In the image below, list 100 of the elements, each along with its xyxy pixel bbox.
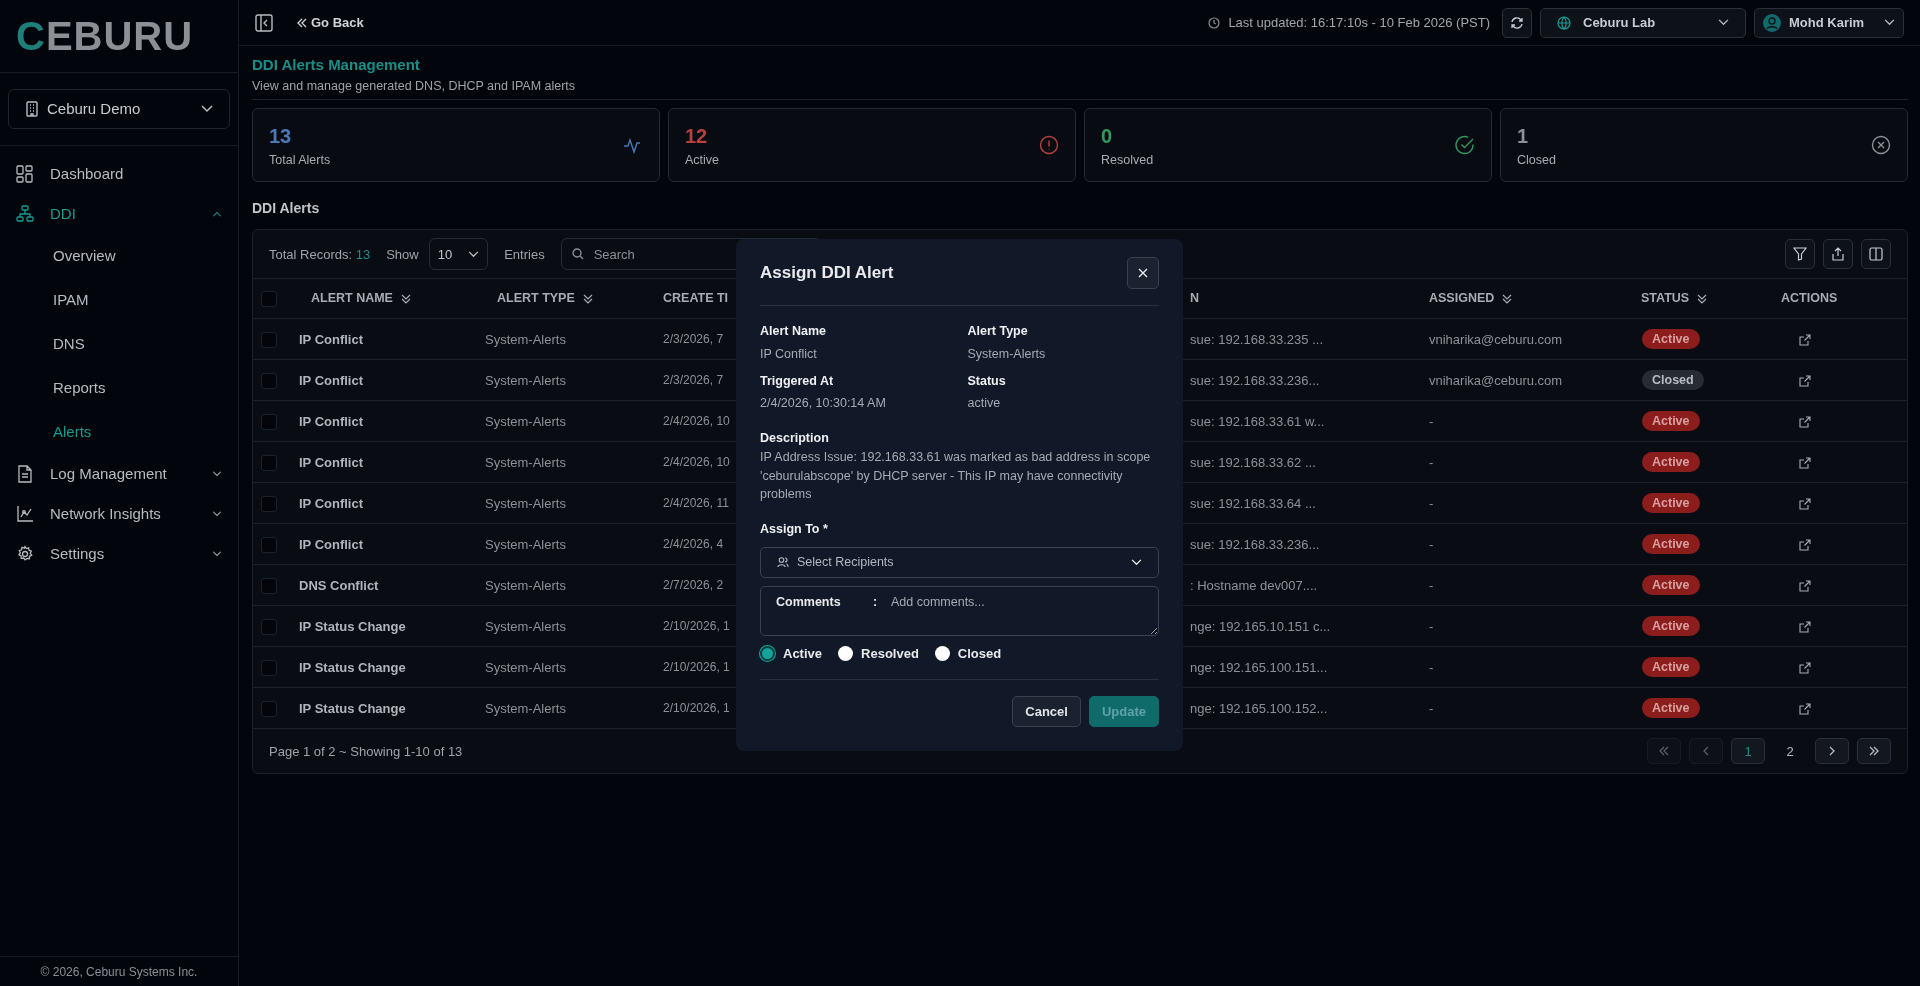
checkbox[interactable] bbox=[261, 496, 277, 513]
table-cell: System-Alerts bbox=[485, 413, 566, 429]
status-badge: Active bbox=[1642, 411, 1700, 432]
status-radio[interactable]: Resolved bbox=[838, 643, 919, 664]
columns-button[interactable] bbox=[1861, 239, 1891, 270]
export-button[interactable] bbox=[1823, 239, 1853, 270]
table-cell: - bbox=[1429, 659, 1434, 675]
table-cell: 2/10/2026, 1 bbox=[663, 619, 730, 634]
field-label: Alert Type bbox=[967, 323, 1029, 340]
external-link-icon[interactable] bbox=[1799, 375, 1811, 388]
site-dropdown[interactable]: Ceburu Lab bbox=[1540, 7, 1746, 38]
nav-subitem[interactable]: Alerts bbox=[0, 410, 238, 454]
checkbox[interactable] bbox=[261, 291, 277, 308]
field-label: Status bbox=[967, 372, 1007, 390]
column-header[interactable]: STATUS bbox=[1641, 289, 1708, 309]
nav-item[interactable]: Log Management bbox=[0, 454, 238, 494]
nav-item[interactable]: Settings bbox=[0, 534, 238, 574]
table-cell: sue: 192.168.33.236... bbox=[1190, 536, 1320, 552]
close-button[interactable] bbox=[1127, 257, 1159, 289]
table-cell: - bbox=[1429, 618, 1434, 634]
table-cell: IP Status Change bbox=[299, 659, 406, 675]
nav-item[interactable]: DDI bbox=[0, 194, 238, 234]
filter-button[interactable] bbox=[1785, 239, 1815, 270]
column-header[interactable]: ALERT NAME bbox=[311, 289, 411, 309]
external-link-icon[interactable] bbox=[1799, 621, 1811, 634]
entries-label: Entries bbox=[504, 245, 545, 264]
stat-value: 1 bbox=[1517, 123, 1530, 149]
checkbox[interactable] bbox=[261, 578, 277, 595]
stat-label: Active bbox=[685, 151, 721, 169]
stat-label: Resolved bbox=[1101, 151, 1155, 169]
status-radio[interactable]: Closed bbox=[934, 643, 1002, 664]
page-subtitle: View and manage generated DNS, DHCP and IPAM alerts bbox=[252, 77, 577, 95]
table-cell: sue: 192.168.33.236... bbox=[1190, 372, 1320, 388]
pagination-summary: Page 1 of 2 ~ Showing 1-10 of 13 bbox=[269, 742, 463, 761]
globe-icon bbox=[1557, 15, 1571, 30]
external-link-icon[interactable] bbox=[1799, 457, 1811, 470]
user-menu-button[interactable]: Mohd Karim bbox=[1754, 7, 1904, 38]
table-cell: - bbox=[1429, 413, 1434, 429]
checkbox[interactable] bbox=[261, 332, 277, 349]
sidebar-toggle-icon[interactable] bbox=[255, 13, 273, 32]
cancel-button[interactable]: Cancel bbox=[1012, 696, 1081, 728]
nav-subitem[interactable]: Reports bbox=[0, 366, 238, 410]
table-cell: - bbox=[1429, 577, 1434, 593]
external-link-icon[interactable] bbox=[1799, 539, 1811, 552]
table-cell: 2/3/2026, 7 bbox=[663, 332, 724, 347]
table-cell: IP Conflict bbox=[299, 495, 364, 511]
check-circle-icon bbox=[1455, 135, 1475, 156]
checkbox[interactable] bbox=[261, 455, 277, 472]
table-cell: 2/4/2026, 11 bbox=[663, 496, 729, 511]
page-button[interactable]: 2 bbox=[1773, 738, 1807, 765]
sort-icon bbox=[400, 293, 411, 304]
recipients-select[interactable]: Select Recipients bbox=[760, 546, 1159, 578]
external-link-icon[interactable] bbox=[1799, 498, 1811, 511]
table-cell: System-Alerts bbox=[485, 618, 566, 634]
chevron-down-icon bbox=[1718, 19, 1729, 26]
nav-subitem[interactable]: IPAM bbox=[0, 278, 238, 322]
checkbox[interactable] bbox=[261, 619, 277, 636]
checkbox[interactable] bbox=[261, 373, 277, 390]
column-header[interactable]: N bbox=[1190, 289, 1200, 309]
checkbox[interactable] bbox=[261, 414, 277, 431]
stat-label: Closed bbox=[1517, 151, 1557, 169]
column-header[interactable]: ALERT TYPE bbox=[497, 289, 593, 309]
page-size-select[interactable]: 10 bbox=[428, 238, 489, 271]
external-link-icon[interactable] bbox=[1799, 416, 1811, 429]
status-radio[interactable]: Active bbox=[760, 643, 823, 664]
column-header[interactable]: ACTIONS bbox=[1781, 289, 1838, 309]
external-link-icon[interactable] bbox=[1799, 334, 1811, 347]
organization-dropdown[interactable]: Ceburu Demo bbox=[8, 89, 230, 129]
column-header[interactable]: CREATE TI bbox=[663, 289, 729, 309]
stat-label: Total Alerts bbox=[269, 151, 332, 169]
go-back-link[interactable]: Go Back bbox=[297, 12, 364, 33]
nav-subitem[interactable]: DNS bbox=[0, 322, 238, 366]
nav-item[interactable]: Network Insights bbox=[0, 494, 238, 534]
filter-icon bbox=[1793, 247, 1807, 262]
show-label: Show bbox=[386, 245, 419, 264]
table-cell: - bbox=[1429, 454, 1434, 470]
section-title: DDI Alerts bbox=[252, 199, 321, 219]
share-icon bbox=[1831, 247, 1845, 262]
checkbox[interactable] bbox=[261, 660, 277, 677]
external-link-icon[interactable] bbox=[1799, 662, 1811, 675]
table-cell: sue: 192.168.33.61 w... bbox=[1190, 413, 1325, 429]
nav-item[interactable]: Dashboard bbox=[0, 154, 238, 194]
table-cell: - bbox=[1429, 536, 1434, 552]
document-icon bbox=[16, 465, 34, 483]
refresh-button[interactable] bbox=[1502, 7, 1532, 38]
table-cell: nge: 192.165.100.152... bbox=[1190, 700, 1328, 716]
checkbox[interactable] bbox=[261, 701, 277, 718]
building-icon bbox=[25, 101, 39, 117]
external-link-icon[interactable] bbox=[1799, 703, 1811, 716]
external-link-icon[interactable] bbox=[1799, 580, 1811, 593]
column-header[interactable]: ASSIGNED bbox=[1429, 289, 1513, 309]
avatar-icon bbox=[1763, 13, 1781, 32]
table-cell: nge: 192.165.10.151 c... bbox=[1190, 618, 1331, 634]
next-page-button[interactable] bbox=[1815, 738, 1849, 765]
table-cell: 2/3/2026, 7 bbox=[663, 373, 724, 388]
nav-subitem[interactable]: Overview bbox=[0, 234, 238, 278]
sort-icon bbox=[582, 293, 593, 304]
page-button[interactable]: 1 bbox=[1731, 738, 1765, 765]
checkbox[interactable] bbox=[261, 537, 277, 554]
last-page-button[interactable] bbox=[1857, 738, 1891, 765]
